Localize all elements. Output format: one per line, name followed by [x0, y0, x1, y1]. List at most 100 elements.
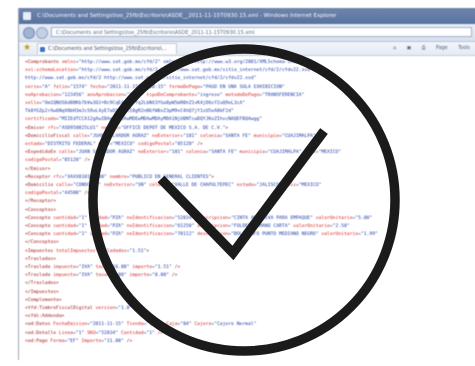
xml-line: codigoPostal="44500" /> — [25, 191, 90, 196]
xml-line: <Concepto cantidad="1" unidad="PZA" noId… — [25, 224, 350, 229]
xml-token: Forma — [47, 338, 65, 344]
xml-token: ="0.00" — [149, 273, 169, 279]
xml-token: descripcion — [197, 224, 229, 229]
xml-token: colonia — [185, 150, 206, 156]
xml-token: <Domicilio — [25, 183, 54, 188]
xml-token: <Concepto — [25, 232, 51, 238]
xml-token: </Receptor> — [25, 199, 57, 205]
xml-token: ="IVA" — [75, 273, 96, 279]
tab-bar: ★ C:\Documents and Settings\too_25fb\Esc… — [19, 42, 475, 56]
xml-line: <Impuestos totalImpuestosTrasladados="1.… — [25, 249, 149, 254]
command-bar: ⌂ ▣ ⎙ Page Tools — [384, 44, 470, 53]
xml-token: ="BOLIGRAFO PUNTO MEDIANO NEGRO" — [228, 232, 322, 238]
xml-token: <tfd:TimbreFiscalDigital — [25, 306, 93, 311]
xml-token: ="11.00" — [101, 338, 124, 344]
xml-token: SKU — [87, 330, 96, 336]
xml-token: Caja — [166, 322, 178, 328]
xml-token: ="16.00" — [106, 265, 133, 270]
xml-token: FechaEmision — [50, 322, 88, 328]
favorites-star-icon[interactable]: ★ — [23, 43, 31, 54]
xml-token: tasa — [95, 273, 107, 279]
xml-token: ="CINTA ADHESIVA PARA EMPAQUE" — [228, 215, 316, 221]
xml-line: <Concepto cantidad="1" unidad="PZA" noId… — [25, 216, 372, 221]
xml-token: <Receptor — [25, 174, 51, 180]
xml-token: ="2011-11-15T09:30:15" — [104, 84, 169, 90]
xml-token: ="2011" — [123, 92, 147, 98]
xml-line: <od:Detalle Linea="1" SKU="52034" Cantid… — [25, 331, 163, 336]
xml-token: ="PZA" — [106, 232, 127, 238]
xml-token: Tienda — [126, 322, 144, 328]
home-icon[interactable]: ⌂ — [393, 46, 396, 51]
xml-token: </Impuestos> — [25, 289, 59, 295]
xml-token: ="http://www.sat.gob.mx/cfd/2" xmlns:xsi… — [75, 60, 313, 65]
xml-token: ="1.51" — [126, 248, 147, 254]
xml-token: <Concepto — [25, 224, 51, 229]
tab-label: C:\Documents and Settings\too_25fb\Escri… — [48, 47, 167, 52]
xml-token: cantidad — [50, 215, 76, 221]
xml-line: </Receptor> — [25, 199, 56, 204]
back-button[interactable] — [23, 27, 35, 39]
xml-line: codigoPostal="05120" /> — [25, 158, 90, 163]
xml-token: ="52034" — [95, 330, 121, 336]
xml-token: <cfdi:Addenda> — [25, 314, 65, 320]
address-input[interactable]: C:\Documents and Settings\too_25fb\Escri… — [51, 27, 472, 37]
xml-token: pais — [284, 183, 296, 188]
xml-token: ="123456" — [58, 92, 88, 98]
xml-token: /> — [81, 158, 90, 164]
xml-token: ="ingreso" — [194, 92, 226, 98]
xml-token: ="101" — [180, 133, 201, 139]
xml-line: <Comprobante xmlns="http://www.sat.gob.m… — [25, 60, 313, 65]
window-title: C:\Documents and Settings\too_25fb\Escri… — [37, 13, 337, 19]
xml-token: ="ASD950825LU1" — [56, 125, 102, 131]
forward-button[interactable] — [36, 27, 48, 39]
xml-token: <od:Datos — [25, 322, 51, 328]
xml-token: /> — [171, 265, 181, 270]
xml-token: ="VALLE DE CHAPULTEPEC" — [168, 183, 237, 188]
xml-token: > — [225, 125, 229, 131]
xml-token: certificado — [25, 117, 57, 123]
print-icon[interactable]: ⎙ — [422, 46, 426, 51]
xml-token: ="FOLDER TAMANO CARTA" — [228, 224, 294, 229]
xml-line: <Concepto cantidad="1" unidad="PZA" noId… — [25, 232, 378, 237]
xml-token: ="1" — [72, 330, 88, 336]
xml-token: ="JALISCO" — [253, 183, 285, 188]
xml-line: certificado="MIIEdTCCA12gAwIBAgIUMDAwMDE… — [25, 117, 262, 122]
xml-token: ="EF" — [64, 338, 82, 344]
xml-line: </Traslados> — [25, 281, 59, 286]
xml-token: <ExpedidoEn — [25, 150, 57, 156]
tools-menu[interactable]: Tools — [458, 46, 470, 51]
xml-line: <Receptor rfc="XAXX010101000" nombre="PU… — [25, 175, 214, 180]
xml-token: rfc — [44, 125, 57, 131]
xml-token: metodoDePago — [225, 92, 260, 98]
rss-icon[interactable]: ▣ — [407, 46, 412, 51]
xml-token: unidad — [89, 215, 107, 221]
xml-token: ="61250" — [171, 224, 198, 229]
xml-line: <Domicilio calle="CONOCIDO" noExterior="… — [25, 183, 321, 188]
xml-token: ="0.00" — [106, 273, 130, 279]
xml-line: <od:Datos FechaEmision="2011-11-15" Tien… — [25, 322, 256, 327]
xml-token: /> — [194, 142, 203, 147]
xml-line: estado="DISTRITO FEDERAL" pais="MEXICO" … — [25, 142, 203, 147]
xml-token: calle — [53, 183, 71, 188]
xml-token: ="SANTA FE" — [205, 150, 240, 156]
xml-line: </Emisor> — [25, 167, 50, 172]
page-menu[interactable]: Page — [436, 46, 448, 51]
xml-token: ="1" — [75, 232, 90, 238]
xml-token: ="05120" — [171, 142, 195, 147]
xml-token: codigoPostal — [25, 191, 59, 197]
xml-token: ="Cajero Normal" — [211, 322, 257, 328]
xml-token: nombre — [101, 125, 119, 131]
xml-token: xmlns — [58, 60, 76, 65]
xml-token: ="101" — [166, 150, 186, 156]
xml-token: noExterior — [137, 150, 167, 156]
xml-token: descripcion — [197, 215, 229, 221]
xml-token: ="1.0" — [115, 306, 133, 311]
tab-xml-document[interactable]: C:\Documents and Settings\too_25fb\Escri… — [37, 43, 177, 54]
xml-token: Cantidad — [120, 330, 144, 336]
xml-token: importe — [132, 265, 153, 270]
xml-token: ="DISTRITO FEDERAL" — [41, 142, 99, 147]
xml-token: tipoDeComprobante — [146, 92, 195, 98]
xml-line: xsi:schemaLocation="http://www.sat.gob.m… — [25, 68, 313, 73]
xml-token: <Traslado — [25, 273, 51, 279]
xml-token: ="PUBLICO EN GENERAL CLIENTES" — [126, 174, 212, 180]
